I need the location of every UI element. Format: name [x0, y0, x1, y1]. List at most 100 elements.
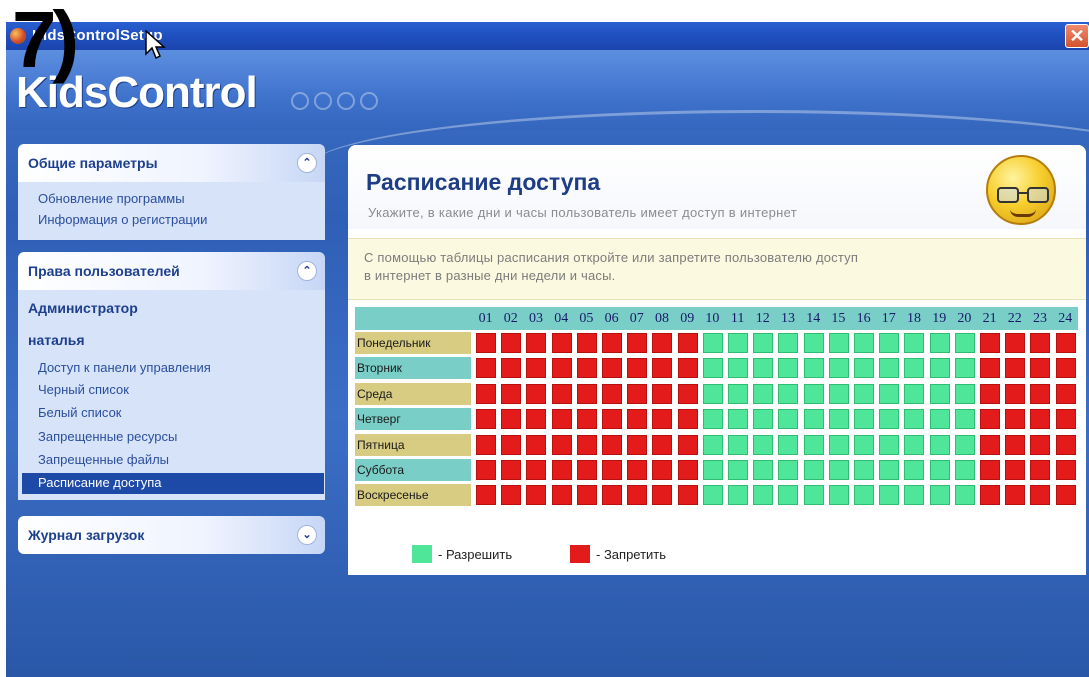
schedule-cell-deny[interactable] [551, 333, 572, 353]
schedule-cell-deny[interactable] [526, 485, 547, 506]
schedule-cell-deny[interactable] [526, 383, 547, 404]
schedule-cell-deny[interactable] [1030, 434, 1051, 455]
schedule-cell-deny[interactable] [677, 333, 698, 353]
schedule-cell-deny[interactable] [476, 358, 496, 379]
schedule-cell-allow[interactable] [954, 383, 975, 404]
schedule-cell-deny[interactable] [627, 383, 648, 404]
schedule-cell-allow[interactable] [702, 383, 723, 404]
schedule-cell-allow[interactable] [929, 460, 950, 480]
schedule-cell-deny[interactable] [1055, 383, 1076, 404]
schedule-cell-allow[interactable] [854, 333, 874, 353]
schedule-cell-allow[interactable] [954, 485, 975, 506]
schedule-cell-deny[interactable] [602, 383, 622, 404]
schedule-cell-deny[interactable] [1055, 358, 1076, 379]
schedule-cell-allow[interactable] [803, 333, 824, 353]
nav-link-blocked-resources[interactable]: Запрещенные ресурсы [38, 429, 177, 444]
schedule-cell-allow[interactable] [828, 409, 849, 430]
schedule-cell-deny[interactable] [526, 409, 547, 430]
schedule-cell-allow[interactable] [929, 358, 950, 379]
group-rights-header[interactable]: Права пользователей ⌃ [18, 252, 325, 290]
schedule-cell-allow[interactable] [753, 383, 774, 404]
schedule-cell-deny[interactable] [627, 358, 648, 379]
schedule-cell-allow[interactable] [728, 434, 748, 455]
schedule-cell-allow[interactable] [778, 333, 799, 353]
schedule-cell-allow[interactable] [828, 485, 849, 506]
schedule-cell-deny[interactable] [1055, 460, 1076, 480]
schedule-cell-allow[interactable] [803, 358, 824, 379]
schedule-cell-deny[interactable] [602, 485, 622, 506]
schedule-cell-deny[interactable] [980, 434, 1000, 455]
schedule-cell-deny[interactable] [677, 434, 698, 455]
schedule-cell-deny[interactable] [652, 460, 673, 480]
schedule-cell-allow[interactable] [753, 460, 774, 480]
schedule-cell-deny[interactable] [627, 460, 648, 480]
schedule-cell-deny[interactable] [677, 383, 698, 404]
schedule-cell-deny[interactable] [1030, 333, 1051, 353]
schedule-cell-allow[interactable] [753, 434, 774, 455]
user-admin[interactable]: Администратор [28, 300, 138, 316]
nav-link-whitelist[interactable]: Белый список [38, 405, 122, 420]
schedule-cell-allow[interactable] [778, 383, 799, 404]
schedule-cell-deny[interactable] [526, 434, 547, 455]
schedule-cell-deny[interactable] [1055, 409, 1076, 430]
schedule-cell-deny[interactable] [501, 434, 522, 455]
schedule-cell-allow[interactable] [879, 333, 900, 353]
schedule-cell-allow[interactable] [728, 383, 748, 404]
schedule-cell-allow[interactable] [929, 434, 950, 455]
schedule-cell-deny[interactable] [652, 434, 673, 455]
schedule-cell-deny[interactable] [476, 383, 496, 404]
schedule-cell-allow[interactable] [778, 434, 799, 455]
schedule-cell-allow[interactable] [854, 358, 874, 379]
nav-link-control-panel[interactable]: Доступ к панели управления [38, 360, 211, 375]
schedule-cell-deny[interactable] [602, 358, 622, 379]
schedule-cell-deny[interactable] [576, 434, 597, 455]
schedule-cell-deny[interactable] [677, 409, 698, 430]
group-general-header[interactable]: Общие параметры ⌃ [18, 144, 325, 182]
schedule-cell-deny[interactable] [677, 358, 698, 379]
schedule-cell-allow[interactable] [803, 460, 824, 480]
schedule-cell-allow[interactable] [879, 434, 900, 455]
schedule-cell-allow[interactable] [929, 383, 950, 404]
schedule-cell-allow[interactable] [954, 434, 975, 455]
schedule-cell-allow[interactable] [702, 409, 723, 430]
schedule-cell-allow[interactable] [904, 434, 925, 455]
schedule-cell-deny[interactable] [1005, 358, 1026, 379]
schedule-cell-deny[interactable] [501, 383, 522, 404]
schedule-cell-deny[interactable] [501, 358, 522, 379]
chevron-up-icon[interactable]: ⌃ [297, 153, 317, 173]
group-log-header[interactable]: Журнал загрузок ⌄ [18, 516, 325, 554]
schedule-cell-allow[interactable] [879, 358, 900, 379]
schedule-cell-allow[interactable] [803, 485, 824, 506]
schedule-cell-allow[interactable] [904, 358, 925, 379]
schedule-cell-allow[interactable] [828, 358, 849, 379]
schedule-cell-deny[interactable] [627, 409, 648, 430]
schedule-cell-allow[interactable] [929, 485, 950, 506]
schedule-cell-deny[interactable] [526, 358, 547, 379]
schedule-cell-deny[interactable] [551, 485, 572, 506]
schedule-cell-allow[interactable] [702, 485, 723, 506]
schedule-cell-deny[interactable] [627, 485, 648, 506]
schedule-cell-allow[interactable] [728, 485, 748, 506]
schedule-cell-allow[interactable] [803, 383, 824, 404]
schedule-cell-deny[interactable] [602, 434, 622, 455]
schedule-cell-deny[interactable] [1055, 333, 1076, 353]
schedule-cell-deny[interactable] [1030, 485, 1051, 506]
schedule-cell-deny[interactable] [501, 333, 522, 353]
schedule-cell-deny[interactable] [526, 460, 547, 480]
nav-link-registration[interactable]: Информация о регистрации [38, 212, 207, 227]
schedule-cell-allow[interactable] [954, 409, 975, 430]
schedule-cell-deny[interactable] [677, 485, 698, 506]
schedule-cell-allow[interactable] [803, 434, 824, 455]
schedule-cell-allow[interactable] [954, 358, 975, 379]
schedule-cell-allow[interactable] [828, 333, 849, 353]
schedule-cell-deny[interactable] [980, 460, 1000, 480]
schedule-cell-deny[interactable] [551, 358, 572, 379]
schedule-cell-deny[interactable] [1055, 485, 1076, 506]
schedule-cell-deny[interactable] [627, 333, 648, 353]
schedule-cell-allow[interactable] [854, 460, 874, 480]
schedule-cell-allow[interactable] [728, 460, 748, 480]
schedule-cell-deny[interactable] [652, 358, 673, 379]
schedule-cell-deny[interactable] [602, 409, 622, 430]
schedule-cell-allow[interactable] [854, 383, 874, 404]
schedule-cell-allow[interactable] [929, 409, 950, 430]
